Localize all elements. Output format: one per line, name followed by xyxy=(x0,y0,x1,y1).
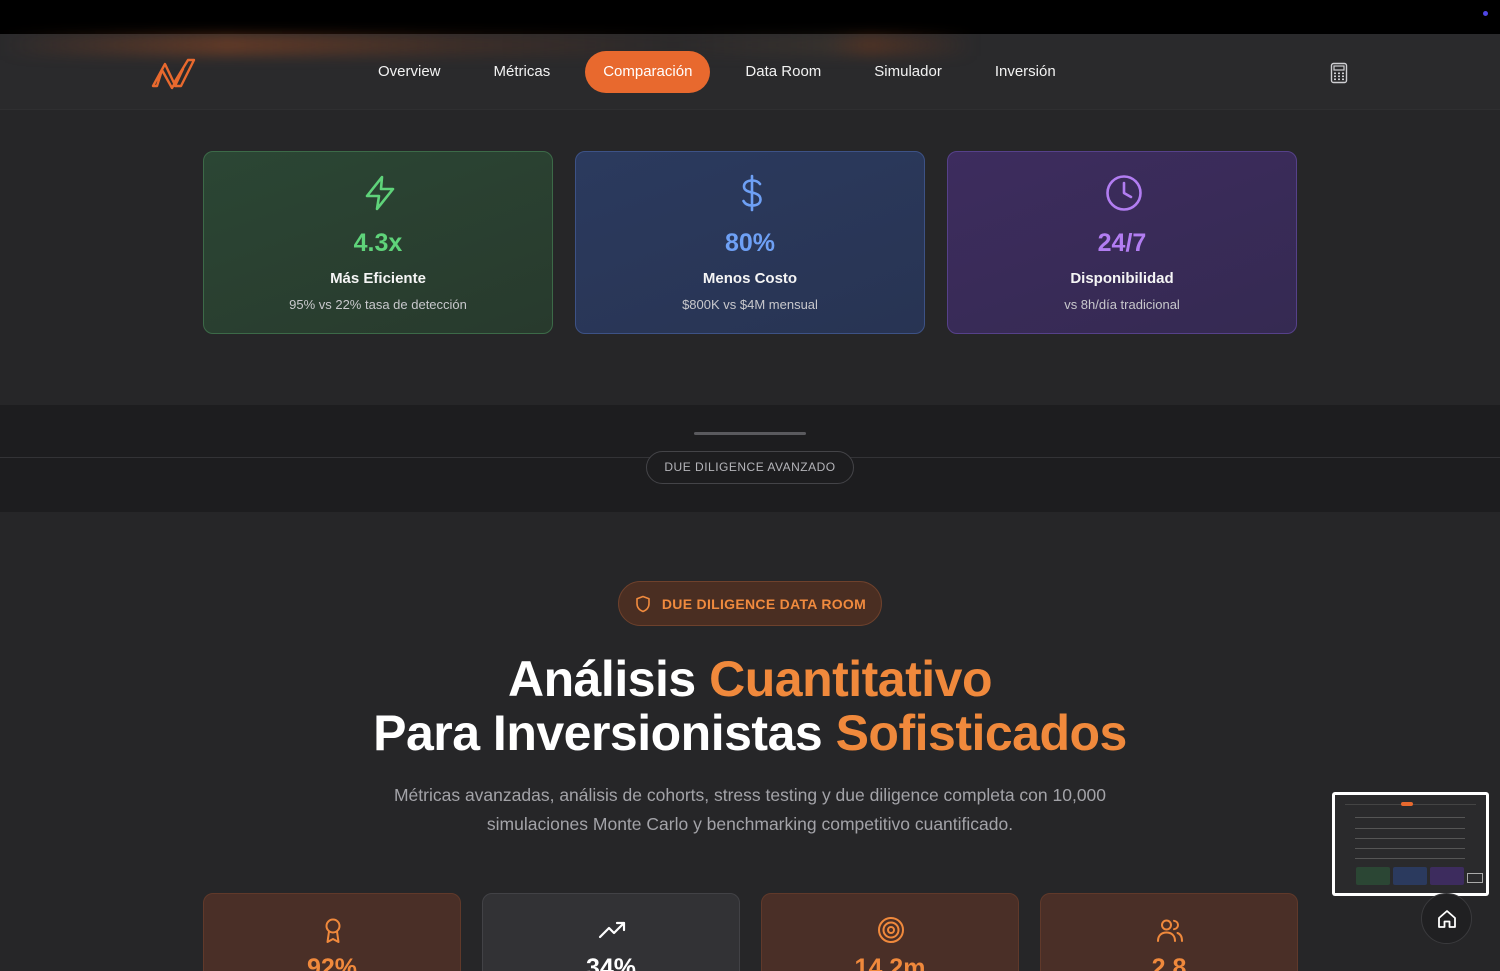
card-subtext: $800K vs $4M mensual xyxy=(682,297,818,312)
hero-badge-label: DUE DILIGENCE DATA ROOM xyxy=(661,595,867,612)
card-value: 4.3x xyxy=(353,229,403,257)
minimap-viewport xyxy=(1335,795,1486,893)
section-divider: DUE DILIGENCE AVANZADO xyxy=(0,405,1500,512)
hero-title-text: Para Inversionistas xyxy=(373,705,836,761)
hero-title: Análisis Cuantitativo Para Inversionista… xyxy=(0,652,1500,760)
minimap-row xyxy=(1355,817,1465,818)
nav-simulador[interactable]: Simulador xyxy=(856,51,960,93)
stat-value: 92% xyxy=(306,954,358,971)
stat-card-users: 2.8 xyxy=(1040,893,1298,971)
nav-data-room[interactable]: Data Room xyxy=(727,51,839,93)
calculator-icon[interactable] xyxy=(1328,62,1350,84)
section-divider-label: DUE DILIGENCE AVANZADO xyxy=(646,451,854,484)
stat-value: 14.2m xyxy=(854,954,926,971)
award-icon xyxy=(325,918,341,943)
stat-value: 34% xyxy=(585,954,637,971)
minimap-frame xyxy=(1467,873,1483,883)
brand-logo[interactable] xyxy=(150,55,198,91)
hero-title-highlight: Cuantitativo xyxy=(709,651,993,707)
hero-title-line1: Análisis Cuantitativo xyxy=(507,651,993,707)
hero-title-highlight: Sofisticados xyxy=(835,705,1128,761)
comparison-card-efficiency: 4.3x Más Eficiente 95% vs 22% tasa de de… xyxy=(203,151,553,334)
minimap-card xyxy=(1430,867,1464,885)
minimap-row xyxy=(1355,828,1465,829)
nav-comparacion[interactable]: Comparación xyxy=(585,51,711,93)
nav-metricas[interactable]: Métricas xyxy=(476,51,569,93)
stat-card-trending: 34% xyxy=(482,893,740,971)
card-value: 80% xyxy=(724,229,776,257)
nav-inversion[interactable]: Inversión xyxy=(977,51,1074,93)
divider-handle xyxy=(694,432,806,435)
hero-title-text: Análisis xyxy=(507,651,710,707)
nav-links: Overview Métricas Comparación Data Room … xyxy=(360,51,1091,93)
top-bar xyxy=(0,0,1500,34)
stat-value: 2.8 xyxy=(1151,954,1187,971)
minimap-row xyxy=(1355,848,1465,849)
page: Overview Métricas Comparación Data Room … xyxy=(0,0,1500,971)
minimap-row xyxy=(1355,838,1465,839)
card-subtext: vs 8h/día tradicional xyxy=(1064,297,1180,312)
card-value: 24/7 xyxy=(1097,229,1147,257)
trending-up-icon xyxy=(598,921,626,939)
home-icon xyxy=(1437,909,1456,928)
stat-card-target: 14.2m xyxy=(761,893,1019,971)
comparison-cards: 4.3x Más Eficiente 95% vs 22% tasa de de… xyxy=(203,151,1297,334)
page-minimap[interactable] xyxy=(1332,792,1489,896)
users-icon xyxy=(1157,919,1183,942)
nav-overview[interactable]: Overview xyxy=(360,51,459,93)
minimap-row xyxy=(1355,858,1465,859)
card-label: Menos Costo xyxy=(702,270,798,287)
card-label: Más Eficiente xyxy=(330,270,426,287)
card-label: Disponibilidad xyxy=(1070,270,1174,287)
target-icon xyxy=(878,917,904,943)
minimap-card xyxy=(1393,867,1427,885)
minimap-card xyxy=(1356,867,1390,885)
hero-subtitle: Métricas avanzadas, análisis de cohorts,… xyxy=(393,785,1107,834)
dollar-icon xyxy=(742,174,762,212)
comparison-card-cost: 80% Menos Costo $800K vs $4M mensual xyxy=(575,151,925,334)
stat-card-award: 92% xyxy=(203,893,461,971)
status-dot xyxy=(1483,11,1488,16)
minimap-active-tab xyxy=(1401,802,1413,806)
card-subtext: 95% vs 22% tasa de detección xyxy=(289,297,467,312)
hero-badge: DUE DILIGENCE DATA ROOM xyxy=(618,581,882,626)
lightning-icon xyxy=(365,175,395,211)
hero-title-line2: Para Inversionistas Sofisticados xyxy=(373,705,1127,761)
home-button[interactable] xyxy=(1421,893,1472,944)
navbar: Overview Métricas Comparación Data Room … xyxy=(0,34,1500,110)
shield-icon xyxy=(636,595,650,612)
comparison-card-availability: 24/7 Disponibilidad vs 8h/día tradiciona… xyxy=(947,151,1297,334)
clock-icon xyxy=(1106,175,1142,211)
